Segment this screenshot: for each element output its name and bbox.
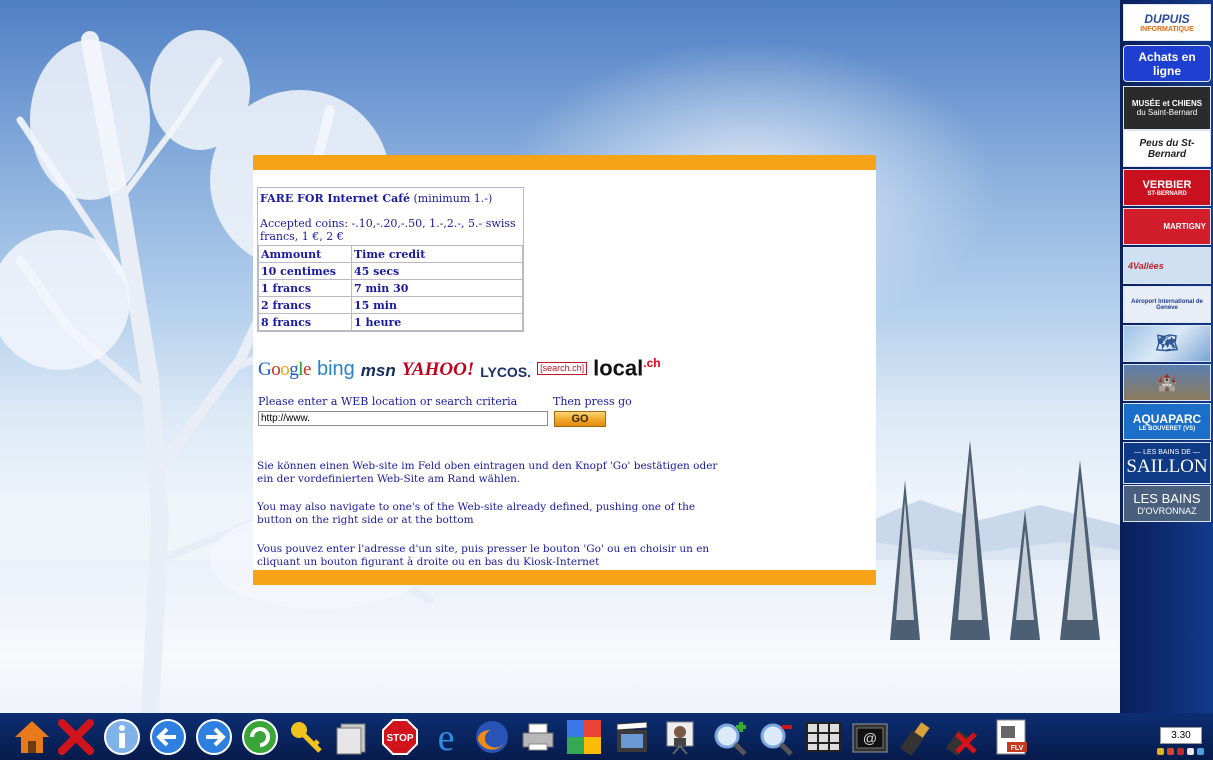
lycos-logo-link[interactable]: LYCOS. xyxy=(480,365,531,379)
help-text-french: Vous pouvez enter l'adresse d'un site, p… xyxy=(257,543,710,568)
table-cell: 2 francs xyxy=(258,296,352,314)
press-go-label: Then press go xyxy=(553,395,632,408)
table-cell: 1 heure xyxy=(351,313,523,331)
go-button[interactable]: GO xyxy=(554,411,606,427)
yahoo-logo-link[interactable]: YAHOO! xyxy=(402,360,474,379)
key-icon[interactable] xyxy=(286,717,326,757)
google-logo-link[interactable]: Google xyxy=(258,360,311,379)
sidebar-item-peus-st-bernard[interactable]: Peus du St-Bernard xyxy=(1123,130,1211,167)
keyboard-icon[interactable] xyxy=(804,717,844,757)
tray-update-icon xyxy=(1176,748,1184,755)
kiosk-home-panel: FARE FOR Internet Café (minimum 1.-) Acc… xyxy=(253,155,876,585)
google-icon[interactable] xyxy=(564,717,604,757)
help-text-german: Sie können einen Web-site im Feld oben e… xyxy=(257,460,718,485)
url-search-input[interactable] xyxy=(258,411,548,426)
panel-top-bar xyxy=(253,155,876,170)
video-icon[interactable] xyxy=(612,717,652,757)
searchch-logo-link[interactable]: [search.ch] xyxy=(537,362,588,375)
sidebar-item-achats-en-ligne[interactable]: Achats en ligne xyxy=(1123,45,1211,82)
usb-remove-icon[interactable] xyxy=(942,717,982,757)
printer-icon[interactable] xyxy=(518,717,558,757)
svg-text:@: @ xyxy=(863,730,877,746)
sidebar-item-map[interactable]: 🗺 xyxy=(1123,325,1211,362)
svg-text:e: e xyxy=(438,718,455,756)
msn-logo-link[interactable]: msn xyxy=(361,362,396,379)
fare-table: Ammount Time credit 10 centimes 45 secs … xyxy=(258,245,523,331)
tray-network-icon xyxy=(1156,748,1164,755)
clock-display: 3.30 xyxy=(1160,727,1202,744)
sidebar-item-bains-ovronnaz[interactable]: LES BAINS D'OVRONNAZ xyxy=(1123,485,1211,522)
zoom-out-icon[interactable] xyxy=(756,717,796,757)
table-cell: 10 centimes xyxy=(258,262,352,280)
castle-icon: 🏰 xyxy=(1157,374,1177,392)
panel-bottom-bar xyxy=(253,570,876,585)
table-cell: 15 min xyxy=(351,296,523,314)
map-icon: 🗺 xyxy=(1155,333,1179,353)
sidebar-item-aeroport-geneve[interactable]: Aéroport International de Genève xyxy=(1123,286,1211,323)
back-icon[interactable] xyxy=(148,717,188,757)
documents-icon[interactable] xyxy=(332,717,372,757)
svg-text:FLV: FLV xyxy=(1011,745,1024,752)
sidebar-item-chateau[interactable]: 🏰 xyxy=(1123,364,1211,401)
refresh-icon[interactable] xyxy=(240,717,280,757)
fare-title: FARE FOR Internet Café (minimum 1.-) xyxy=(260,192,493,205)
search-engines-bar: Google bing msn YAHOO! LYCOS. [search.ch… xyxy=(258,353,661,380)
webcam-icon[interactable] xyxy=(660,717,700,757)
flv-icon[interactable]: FLV xyxy=(992,717,1032,757)
table-cell: 1 francs xyxy=(258,279,352,297)
fare-box: FARE FOR Internet Café (minimum 1.-) Acc… xyxy=(257,187,524,332)
table-row: 1 francs 7 min 30 xyxy=(258,279,523,297)
table-cell: 8 francs xyxy=(258,313,352,331)
column-header-amount: Ammount xyxy=(258,245,352,263)
search-prompt-label: Please enter a WEB location or search cr… xyxy=(258,395,518,408)
site-shortcuts-sidebar: DUPUIS INFORMATIQUE Achats en ligne MUSÉ… xyxy=(1120,0,1213,713)
table-row: 2 francs 15 min xyxy=(258,296,523,314)
ie-icon[interactable]: e xyxy=(426,717,466,757)
table-cell: 45 secs xyxy=(351,262,523,280)
bottom-taskbar: STOP e @ FLV 3.30 xyxy=(0,713,1213,760)
forward-icon[interactable] xyxy=(194,717,234,757)
stop-icon[interactable]: STOP xyxy=(380,717,420,757)
sidebar-item-4-vallees[interactable]: 4Vallées xyxy=(1123,247,1211,284)
sidebar-item-dupuis[interactable]: DUPUIS INFORMATIQUE xyxy=(1123,4,1211,41)
usb-icon[interactable] xyxy=(896,717,936,757)
tray-security-icon xyxy=(1166,748,1174,755)
local-ch-logo-link[interactable]: local.ch xyxy=(593,357,660,379)
sidebar-item-musee-chiens[interactable]: MUSÉE et CHIENS du Saint-Bernard xyxy=(1123,86,1211,130)
email-icon[interactable]: @ xyxy=(850,717,890,757)
close-icon[interactable] xyxy=(56,717,96,757)
bing-logo-link[interactable]: bing xyxy=(317,359,355,379)
system-tray xyxy=(1150,748,1210,758)
table-row: 10 centimes 45 secs xyxy=(258,262,523,280)
sidebar-item-bains-saillon[interactable]: — LES BAINS DE — SAILLON xyxy=(1123,442,1211,484)
sidebar-item-verbier[interactable]: VERBIER ST-BERNARD xyxy=(1123,169,1211,206)
sidebar-item-aquaparc[interactable]: AQUAPARC LE BOUVERET (VS) xyxy=(1123,403,1211,440)
home-icon[interactable] xyxy=(12,717,52,757)
table-row: 8 francs 1 heure xyxy=(258,313,523,331)
info-icon[interactable] xyxy=(102,717,142,757)
tray-tools-icon xyxy=(1196,748,1204,755)
column-header-time-credit: Time credit xyxy=(351,245,523,263)
table-cell: 7 min 30 xyxy=(351,279,523,297)
table-header-row: Ammount Time credit xyxy=(258,245,523,263)
zoom-in-icon[interactable] xyxy=(710,717,750,757)
tray-volume-icon xyxy=(1186,748,1194,755)
help-text-english: You may also navigate to one's of the We… xyxy=(257,501,696,526)
svg-text:STOP: STOP xyxy=(386,733,413,744)
accepted-coins-text: Accepted coins: -.10,-.20,-.50, 1.-,2.-,… xyxy=(260,217,516,243)
firefox-icon[interactable] xyxy=(472,717,512,757)
sidebar-item-martigny[interactable]: MARTIGNY xyxy=(1123,208,1211,245)
